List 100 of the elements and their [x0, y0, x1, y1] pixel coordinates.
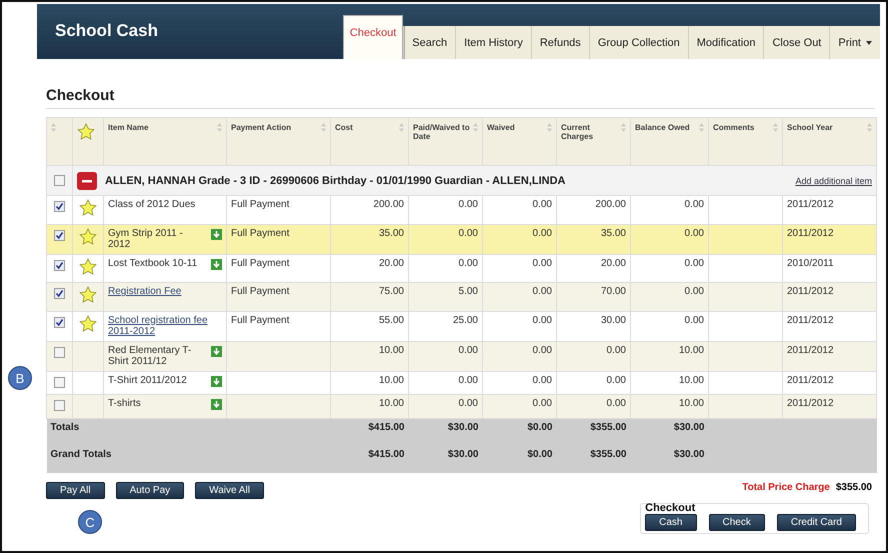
- amount: 0.00: [606, 398, 626, 409]
- amount: 30.00: [600, 314, 626, 326]
- total-amount: $30.00: [448, 448, 478, 460]
- item-name: T-Shirt 2011/2012: [108, 374, 187, 386]
- nav-tab[interactable]: Search: [403, 26, 456, 59]
- checkbox[interactable]: [54, 316, 65, 328]
- amount: 20.00: [600, 258, 626, 268]
- payment-action: Full Payment: [231, 228, 290, 238]
- item-row[interactable]: School registration fee 2011-2012 Full Payment 55.00 25.00 0.00 30.00 0.00 2011/2012: [46, 311, 876, 341]
- amount: 0.00: [684, 258, 704, 268]
- column-header[interactable]: Item Name: [108, 123, 148, 132]
- item-row[interactable]: Registration Fee Full Payment 75.00 5.00 0.00 70.00 0.00 2011/2012: [46, 282, 876, 311]
- download-icon[interactable]: [211, 399, 222, 410]
- download-icon[interactable]: [211, 258, 222, 270]
- collapse-icon[interactable]: [77, 172, 97, 190]
- action-button[interactable]: Waive All: [195, 482, 264, 498]
- nav-tab[interactable]: Checkout: [342, 15, 404, 59]
- total-amount: $0.00: [527, 448, 552, 460]
- amount: 0.00: [684, 199, 704, 210]
- checkbox[interactable]: [54, 230, 65, 240]
- amount: 10.00: [378, 344, 404, 356]
- payment-action: Full Payment: [231, 199, 290, 210]
- item-row[interactable]: Red Elementary T-Shirt 2011/12 10.00 0.00 0.00 0.00 10.00 2011/2012: [46, 341, 876, 371]
- star-icon[interactable]: [79, 258, 97, 276]
- column-header[interactable]: Waived: [487, 123, 515, 132]
- checkbox[interactable]: [54, 400, 65, 411]
- star-icon[interactable]: [79, 314, 97, 332]
- total-amount: $355.00: [590, 422, 626, 432]
- amount: 0.00: [458, 228, 478, 238]
- star-icon[interactable]: [79, 228, 97, 246]
- amount: 0.00: [458, 398, 478, 409]
- nav-tab[interactable]: Close Out: [763, 26, 830, 59]
- amount: 0.00: [684, 314, 704, 326]
- item-row[interactable]: T-Shirt 2011/2012 10.00 0.00 0.00 0.00 10.00 2011/2012: [46, 371, 876, 394]
- item-row[interactable]: Lost Textbook 10-11 Full Payment 20.00 0.00 0.00 20.00 0.00 2010/2011: [46, 254, 876, 282]
- payment-action: Full Payment: [231, 258, 290, 268]
- amount: 200.00: [595, 199, 626, 210]
- column-header[interactable]: Cost: [335, 123, 353, 132]
- add-item-link[interactable]: Add additional item: [795, 176, 872, 186]
- school-year: 2011/2012: [787, 314, 834, 326]
- item-name: T-shirts: [108, 398, 141, 410]
- amount: 75.00: [378, 286, 404, 297]
- checkout-title: Checkout: [645, 502, 696, 514]
- checkbox[interactable]: [54, 201, 65, 212]
- amount: 0.00: [684, 228, 704, 238]
- totals-label: Totals: [50, 422, 80, 432]
- amount: 0.00: [684, 286, 704, 297]
- download-icon[interactable]: [211, 346, 222, 356]
- amount: 200.00: [373, 199, 404, 210]
- column-header[interactable]: Comments: [713, 123, 754, 132]
- payment-button[interactable]: Check: [708, 514, 765, 530]
- total-price-value: $355.00: [836, 482, 872, 492]
- amount: 0.00: [532, 199, 552, 210]
- school-year: 2011/2012: [787, 199, 834, 210]
- payment-button[interactable]: Credit Card: [776, 514, 856, 530]
- column-header[interactable]: Balance Owed: [635, 123, 690, 132]
- school-year: 2011/2012: [787, 228, 834, 238]
- amount: 35.00: [378, 228, 404, 238]
- amount: 0.00: [532, 344, 552, 356]
- payment-action: Full Payment: [231, 314, 290, 326]
- checkbox[interactable]: [54, 260, 65, 270]
- column-header[interactable]: School Year: [787, 123, 833, 132]
- total-price-label: Total Price Charge: [742, 482, 830, 492]
- amount: 0.00: [532, 374, 552, 386]
- total-amount: $415.00: [368, 422, 404, 432]
- checkbox[interactable]: [54, 346, 65, 358]
- amount: 70.00: [600, 286, 626, 297]
- payment-button[interactable]: Cash: [645, 514, 696, 530]
- nav-tab[interactable]: Item History: [455, 26, 531, 59]
- amount: 0.00: [458, 199, 478, 210]
- amount: 10.00: [678, 374, 704, 386]
- checkbox[interactable]: [54, 376, 65, 388]
- amount: 0.00: [532, 286, 552, 297]
- download-icon[interactable]: [211, 376, 222, 386]
- amount: 0.00: [532, 258, 552, 268]
- star-icon[interactable]: [79, 199, 97, 217]
- action-button[interactable]: Pay All: [46, 482, 105, 498]
- checkbox[interactable]: [54, 174, 65, 186]
- item-row[interactable]: Class of 2012 Dues Full Payment 200.00 0.00 0.00 200.00 0.00 2011/2012: [46, 196, 876, 224]
- school-year: 2011/2012: [787, 374, 834, 386]
- nav-tab[interactable]: Modification: [688, 26, 764, 59]
- column-header[interactable]: Payment Action: [231, 123, 292, 132]
- total-amount: $30.00: [674, 422, 704, 432]
- callout-badge: C: [78, 510, 102, 534]
- nav-tab[interactable]: Print: [829, 26, 880, 59]
- amount: 0.00: [458, 374, 478, 386]
- item-row[interactable]: Gym Strip 2011 - 2012 Full Payment 35.00 0.00 0.00 35.00 0.00 2011/2012: [46, 224, 876, 254]
- action-button[interactable]: Auto Pay: [116, 482, 184, 498]
- amount: 55.00: [378, 314, 404, 326]
- payment-action: Full Payment: [231, 286, 290, 297]
- amount: 10.00: [678, 398, 704, 409]
- amount: 20.00: [378, 258, 404, 268]
- total-amount: $30.00: [674, 448, 704, 460]
- amount: 0.00: [458, 344, 478, 356]
- checkbox[interactable]: [54, 288, 65, 299]
- nav-tab[interactable]: Refunds: [530, 26, 589, 59]
- download-icon[interactable]: [211, 228, 222, 240]
- star-icon[interactable]: [79, 286, 97, 304]
- nav-tab[interactable]: Group Collection: [588, 26, 688, 59]
- item-row[interactable]: T-shirts 10.00 0.00 0.00 0.00 10.00 2011/2012: [46, 394, 876, 418]
